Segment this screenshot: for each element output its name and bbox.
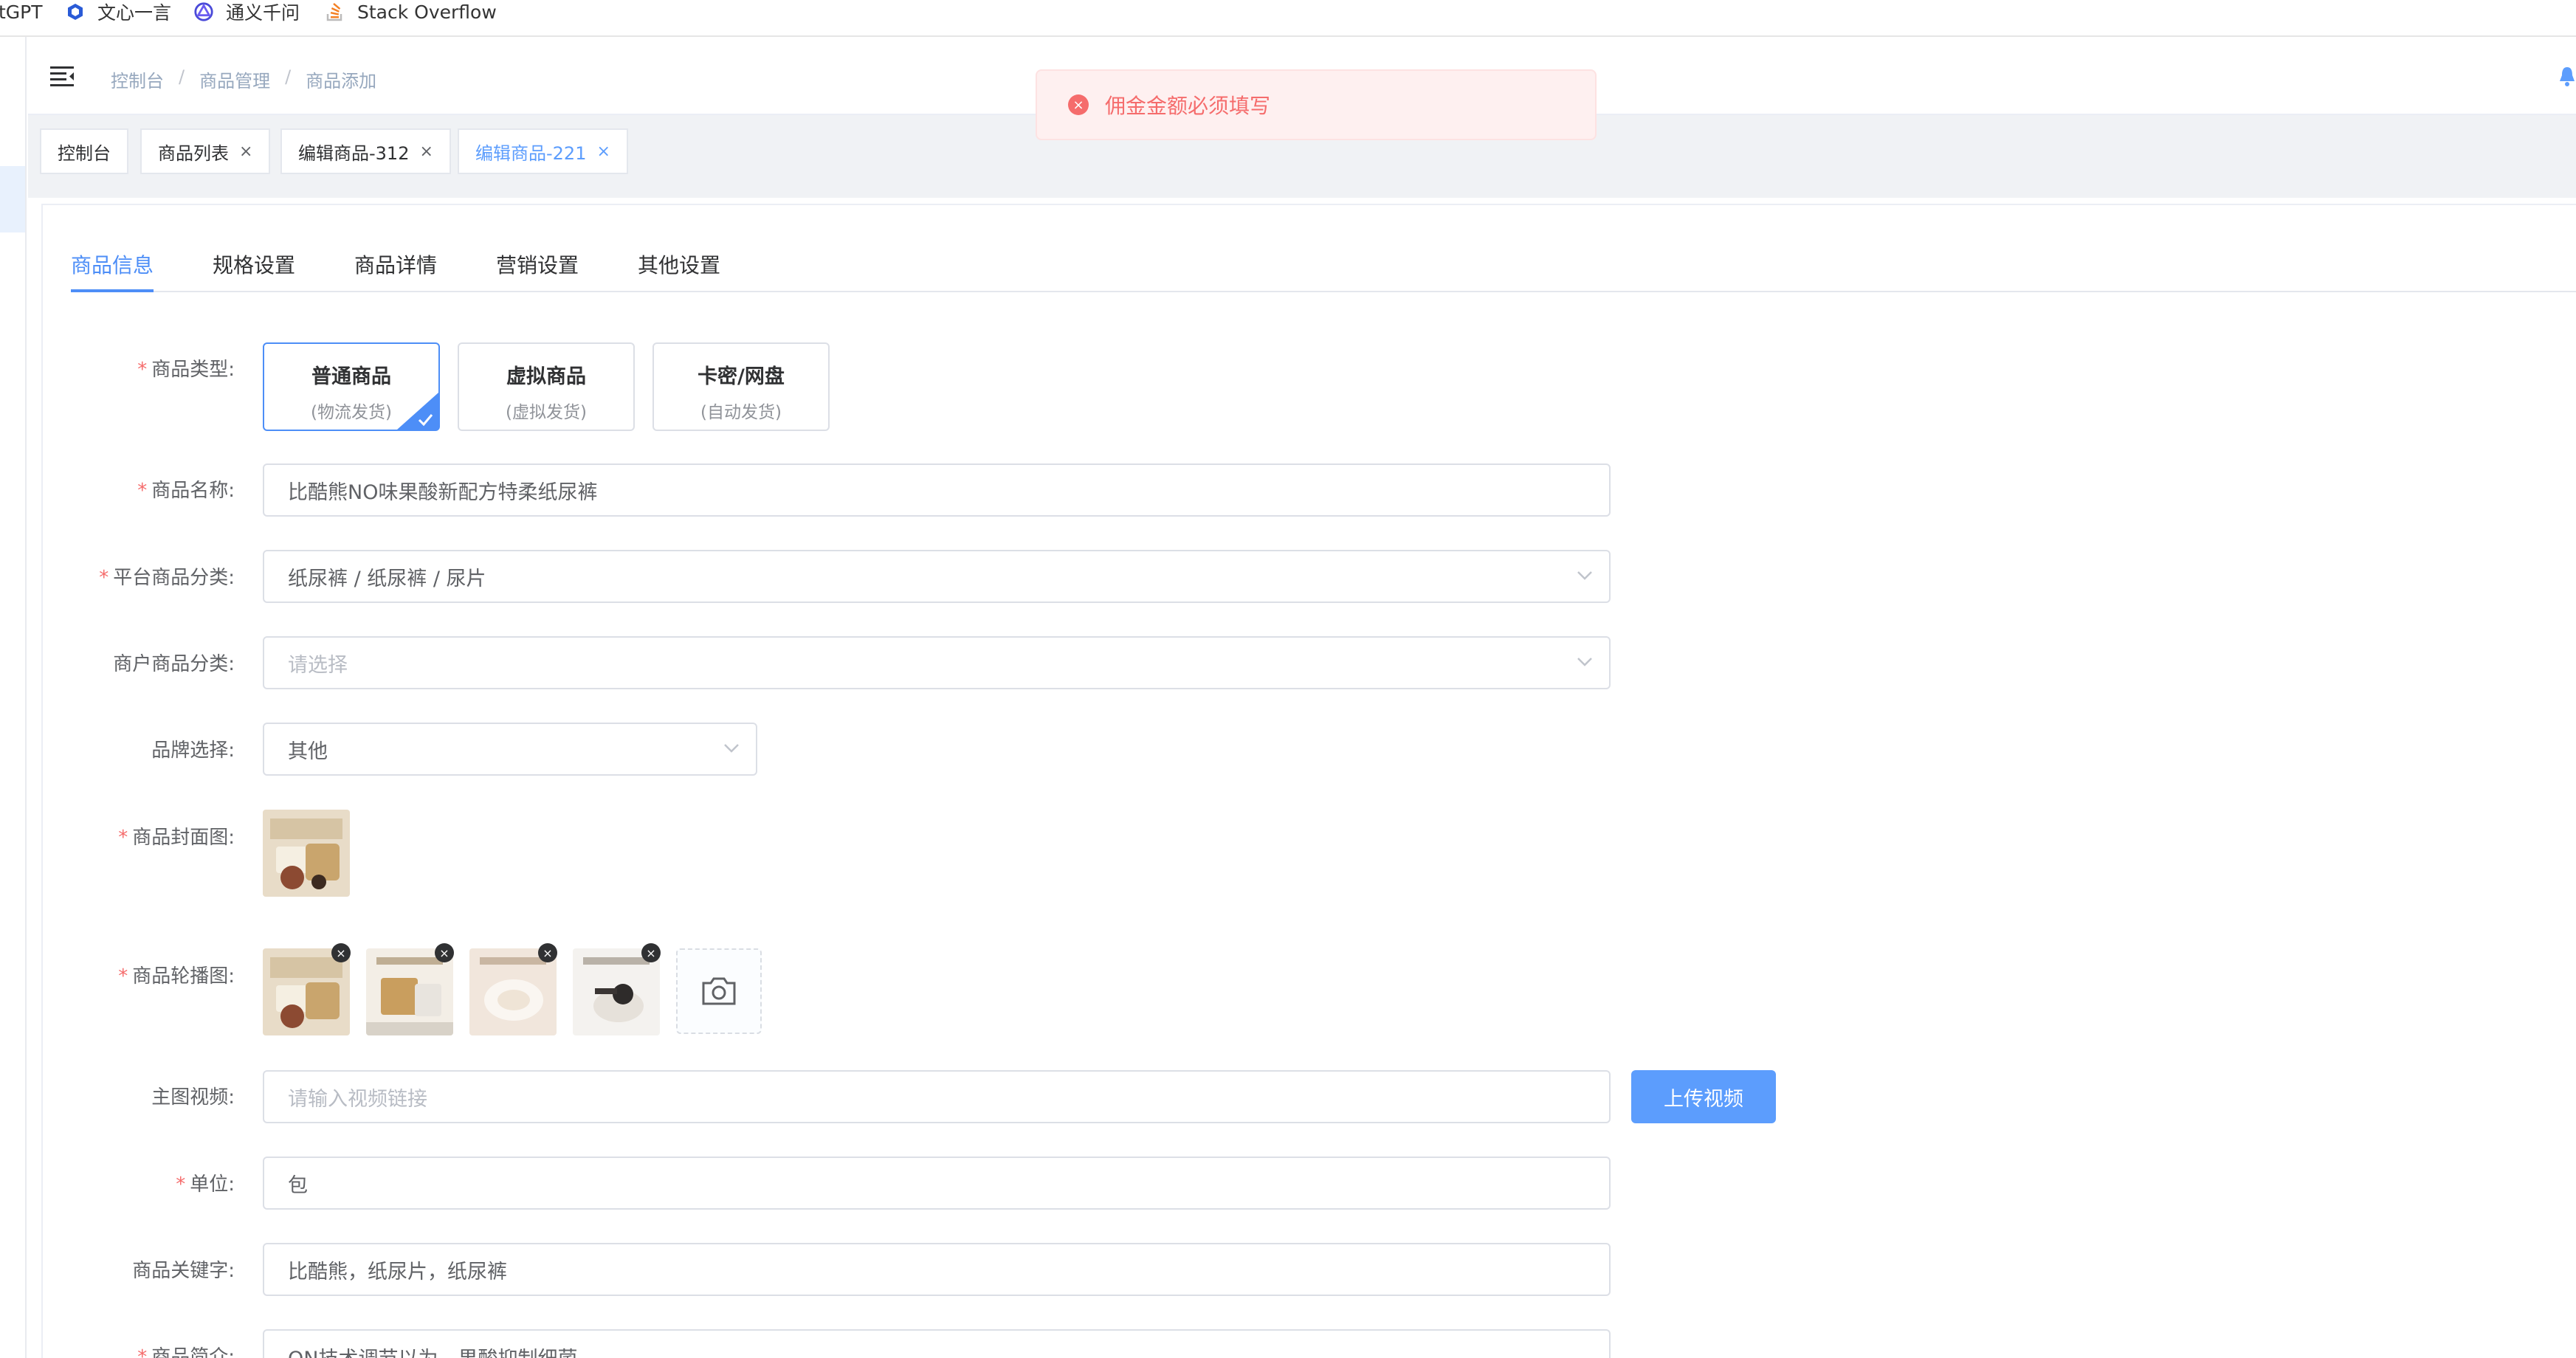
stackoverflow-icon [325,1,345,22]
bookmark-label: 通义千问 [226,2,300,24]
intro-textarea[interactable]: ON技术调节以为，果酸抑制细菌 [263,1329,1611,1358]
keywords-label: 商品关键字: [132,1260,235,1282]
merchant-category-select[interactable]: 请选择 [263,636,1611,689]
tab-marketing-settings[interactable]: 营销设置 [496,249,579,279]
tab-spec-settings[interactable]: 规格设置 [213,249,295,279]
product-type-label: * 商品类型: [137,359,235,381]
bookmark-tongyi[interactable]: 通义千问 [193,0,300,24]
unit-input[interactable]: 包 [263,1157,1611,1210]
brand-value: 其他 [288,740,328,763]
video-url-input[interactable]: 请输入视频链接 [263,1070,1611,1123]
tab-other-settings[interactable]: 其他设置 [638,249,720,279]
brand-label: 品牌选择: [151,740,235,762]
remove-image-icon[interactable]: × [641,943,661,962]
breadcrumb-item[interactable]: 商品管理 [199,66,270,92]
platform-category-value: 纸尿裤 / 纸尿裤 / 尿片 [288,567,486,590]
tag-label: 编辑商品-312 [298,142,410,164]
close-icon[interactable]: × [239,142,252,161]
type-option-title: 卡密/网盘 [698,365,785,388]
type-option-physical[interactable]: 普通商品 (物流发货) [263,342,440,431]
tag-label: 控制台 [58,142,111,164]
camera-icon [702,977,736,1005]
form-tabs: 商品信息 规格设置 商品详情 营销设置 其他设置 [71,236,2576,292]
tag-dashboard[interactable]: 控制台 [40,128,128,174]
error-icon: × [1068,94,1089,115]
tongyi-icon [193,1,214,22]
bookmark-stackoverflow[interactable]: Stack Overflow [325,0,497,24]
type-option-subtitle: (虚拟发货) [506,403,587,422]
upload-image-button[interactable] [676,948,762,1034]
close-icon[interactable]: × [596,142,610,161]
remove-image-icon[interactable]: × [538,943,557,962]
brand-select[interactable]: 其他 [263,723,757,776]
type-option-card-disk[interactable]: 卡密/网盘 (自动发货) [652,342,830,431]
breadcrumb-separator: / [285,66,292,87]
type-option-title: 虚拟商品 [506,365,586,388]
tag-label: 编辑商品-221 [475,142,587,164]
tag-label: 商品列表 [158,142,229,164]
bookmark-wenxin[interactable]: 文心一言 [65,0,171,24]
bookmarks-bar: tGPT 文心一言 通义千问 Stack Overflow [0,0,2576,37]
tag-edit-221[interactable]: 编辑商品-221 × [458,128,628,174]
cover-image-label: * 商品封面图: [118,827,235,849]
bookmark-label: 文心一言 [97,2,172,24]
toast-message: 佣金金额必须填写 [1105,94,1271,118]
error-toast: × 佣金金额必须填写 [1036,69,1597,140]
intro-label: * 商品简介: [137,1346,235,1358]
sidebar [0,37,27,1358]
bookmark-chatgpt[interactable]: tGPT [0,0,43,24]
breadcrumb-separator: / [179,66,185,87]
breadcrumb: 控制台 / 商品管理 / 商品添加 [111,66,376,92]
carousel-label: * 商品轮播图: [118,965,235,988]
tag-product-list[interactable]: 商品列表 × [140,128,271,174]
sidebar-active-item[interactable] [0,166,25,232]
chevron-down-icon [1577,658,1592,666]
main-video-label: 主图视频: [151,1086,235,1109]
chevron-down-icon [1577,571,1592,580]
tab-product-info[interactable]: 商品信息 [71,249,154,279]
breadcrumb-item[interactable]: 控制台 [111,66,164,92]
tag-edit-312[interactable]: 编辑商品-312 × [280,128,451,174]
platform-category-label: * 平台商品分类: [99,567,235,589]
bell-icon[interactable] [2558,65,2576,87]
product-name-label: * 商品名称: [137,480,235,502]
type-option-title: 普通商品 [311,365,391,388]
bookmark-label: tGPT [0,1,43,23]
tab-product-detail[interactable]: 商品详情 [354,249,437,279]
breadcrumb-item-current: 商品添加 [306,71,377,92]
remove-image-icon[interactable]: × [435,943,454,962]
remove-image-icon[interactable]: × [331,943,351,962]
type-option-subtitle: (自动发货) [700,403,782,422]
product-name-input[interactable]: 比酷熊NO味果酸新配方特柔纸尿裤 [263,463,1611,517]
check-icon [397,393,438,430]
close-icon[interactable]: × [419,142,433,161]
cover-image-thumbnail[interactable] [263,810,350,897]
menu-toggle-icon[interactable] [50,65,75,87]
platform-category-select[interactable]: 纸尿裤 / 纸尿裤 / 尿片 [263,550,1611,603]
tab-active-indicator [71,289,154,292]
upload-video-button[interactable]: 上传视频 [1631,1070,1776,1123]
chevron-down-icon [724,744,739,753]
keywords-input[interactable]: 比酷熊，纸尿片，纸尿裤 [263,1243,1611,1296]
merchant-category-label: 商户商品分类: [113,653,235,675]
type-option-virtual[interactable]: 虚拟商品 (虚拟发货) [458,342,635,431]
unit-label: * 单位: [176,1173,235,1196]
bookmark-label: Stack Overflow [357,1,497,23]
merchant-category-placeholder: 请选择 [288,653,348,677]
wenxin-icon [65,1,86,22]
